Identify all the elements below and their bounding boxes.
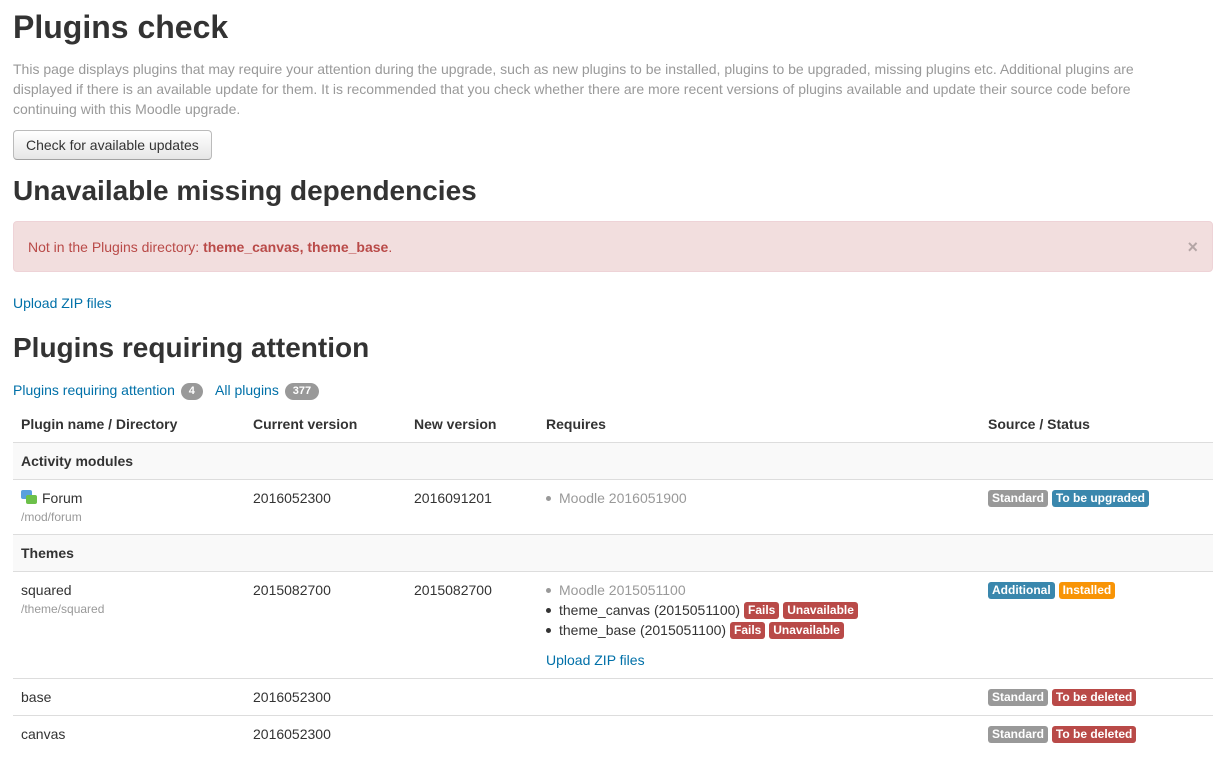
requirement-text: theme_canvas (2015051100) [559,602,741,618]
new-version: 2016091201 [406,479,538,535]
upload-zip-link[interactable]: Upload ZIP files [13,293,112,313]
source-status-cell: Standard To be upgraded [980,479,1213,535]
plugin-name-text: Forum [42,490,83,506]
plugin-directory: /theme/squared [21,602,105,616]
table-header-row: Plugin name / Directory Current version … [13,406,1213,443]
new-version: 2015082700 [406,571,538,679]
plugin-name: squared [21,582,72,598]
fails-badge: Fails [729,622,766,639]
count-badge: 4 [180,383,203,400]
close-icon[interactable]: × [1187,238,1198,256]
new-version [406,678,538,716]
plugin-name-cell: squared /theme/squared [13,571,245,679]
missing-dependencies-heading: Unavailable missing dependencies [13,175,477,206]
source-status-cell: Additional Installed [980,571,1213,679]
status-badge: Installed [1058,582,1116,599]
check-updates-button[interactable]: Check for available updates [13,130,212,160]
alert-message: Not in the Plugins directory: theme_canv… [28,239,392,255]
upload-zip-link[interactable]: Upload ZIP files [546,650,645,670]
current-version: 2016052300 [245,678,406,716]
status-badge: To be deleted [1051,689,1137,706]
section-label: Activity modules [13,442,1213,480]
requirement-item: Moodle 2015051100 [546,580,972,600]
requires-cell: Moodle 2016051900 [538,479,980,535]
plugin-filter-tabs: Plugins requiring attention 4 All plugin… [13,380,1213,400]
requires-list: Moodle 2016051900 [546,488,972,508]
col-header-new-version: New version [414,416,497,432]
forum-icon [21,489,37,505]
unavailable-badge: Unavailable [783,602,858,619]
tab-all-plugins-label[interactable]: All plugins [215,382,279,398]
col-header-source-status: Source / Status [988,416,1090,432]
plugins-table: Plugin name / Directory Current version … [13,406,1213,752]
requirement-item-failed: theme_base (2015051100) Fails Unavailabl… [546,620,972,640]
page-title: Plugins check [13,9,229,45]
requirement-text: theme_base (2015051100) [559,622,727,638]
plugin-directory: /mod/forum [21,510,82,524]
source-status-cell: Standard To be deleted [980,678,1213,716]
fails-badge: Fails [743,602,780,619]
intro-text: This page displays plugins that may requ… [13,61,1134,117]
status-badge: To be deleted [1051,726,1137,743]
requires-list: Moodle 2015051100 theme_canvas (20150511… [546,580,972,640]
requires-cell [538,678,980,716]
source-badge: Additional [988,582,1055,599]
source-badge: Standard [988,689,1049,706]
section-label: Themes [13,534,1213,572]
unavailable-badge: Unavailable [769,622,844,639]
tab-requiring-attention-label[interactable]: Plugins requiring attention [13,382,175,398]
alert-suffix: . [388,238,393,255]
requires-cell [538,715,980,752]
section-row-activity-modules: Activity modules [13,442,1213,480]
col-header-name: Plugin name / Directory [21,416,178,432]
current-version: 2016052300 [245,715,406,752]
alert-items: theme_canvas, theme_base [203,238,389,255]
current-version: 2016052300 [245,479,406,535]
tab-all-plugins[interactable]: All plugins 377 [215,382,320,400]
alert-prefix: Not in the Plugins directory: [28,238,204,255]
requirement-item: Moodle 2016051900 [546,488,972,508]
source-status-cell: Standard To be deleted [980,715,1213,752]
new-version [406,715,538,752]
plugins-attention-heading: Plugins requiring attention [13,332,370,363]
section-row-themes: Themes [13,534,1213,572]
plugin-name: canvas [13,715,245,752]
status-badge: To be upgraded [1051,490,1150,507]
page-content: Plugins check This page displays plugins… [0,0,1224,752]
plugin-name-cell: Forum /mod/forum [13,479,245,535]
current-version: 2015082700 [245,571,406,679]
count-badge: 377 [284,383,320,400]
tab-requiring-attention[interactable]: Plugins requiring attention 4 [13,382,203,400]
plugin-name: Forum [21,488,237,508]
table-row-base: base 2016052300 Standard To be deleted [13,678,1213,716]
requirement-item-failed: theme_canvas (2015051100) Fails Unavaila… [546,600,972,620]
table-row-forum: Forum /mod/forum 2016052300 2016091201 M… [13,479,1213,535]
table-row-squared: squared /theme/squared 2015082700 201508… [13,571,1213,679]
source-badge: Standard [988,726,1049,743]
col-header-current-version: Current version [253,416,358,432]
requires-cell: Moodle 2015051100 theme_canvas (20150511… [538,571,980,679]
col-header-requires: Requires [546,416,606,432]
missing-dependencies-alert: Not in the Plugins directory: theme_canv… [13,221,1213,272]
plugin-name: base [13,678,245,716]
table-row-canvas: canvas 2016052300 Standard To be deleted [13,715,1213,752]
source-badge: Standard [988,490,1049,507]
